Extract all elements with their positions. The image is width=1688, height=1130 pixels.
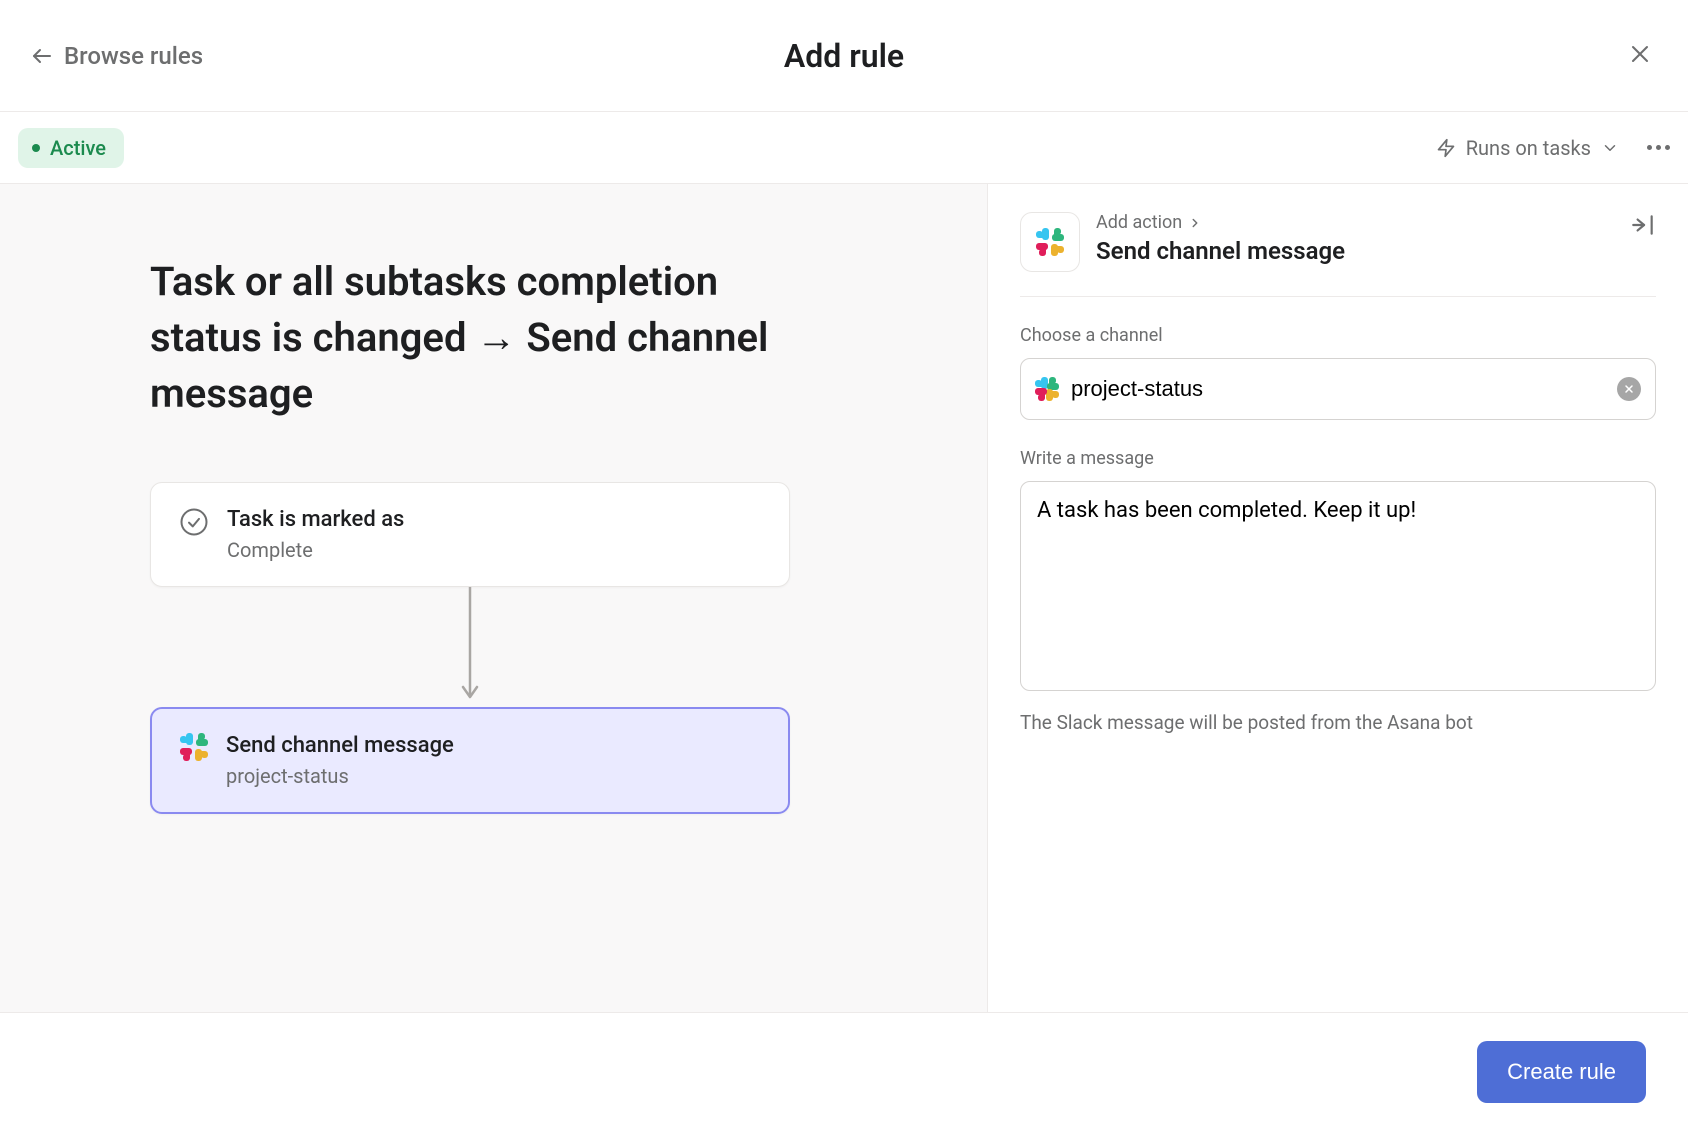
rule-title: Task or all subtasks completion status i… xyxy=(150,254,790,422)
status-badge[interactable]: Active xyxy=(18,128,124,168)
slack-icon xyxy=(1036,228,1064,256)
slack-icon xyxy=(180,733,208,761)
chevron-down-icon xyxy=(1601,139,1619,157)
channel-input-wrap[interactable] xyxy=(1020,358,1656,420)
chevron-right-icon xyxy=(1188,216,1202,230)
channel-input[interactable] xyxy=(1071,376,1605,402)
collapse-panel-button[interactable] xyxy=(1630,212,1656,242)
arrow-left-icon xyxy=(30,44,54,68)
close-button[interactable] xyxy=(1628,42,1652,70)
trigger-sub: Complete xyxy=(227,538,404,562)
create-rule-button[interactable]: Create rule xyxy=(1477,1041,1646,1103)
slack-icon xyxy=(1035,377,1059,401)
action-title: Send channel message xyxy=(226,733,454,758)
browse-rules-back[interactable]: Browse rules xyxy=(30,42,203,70)
check-circle-icon xyxy=(179,507,209,537)
choose-channel-label: Choose a channel xyxy=(1020,325,1656,346)
add-action-breadcrumb[interactable]: Add action xyxy=(1096,212,1345,233)
status-dot-icon xyxy=(32,144,40,152)
more-options-button[interactable] xyxy=(1647,145,1670,150)
page-title: Add rule xyxy=(784,37,904,75)
runs-on-label: Runs on tasks xyxy=(1466,136,1591,160)
message-textarea[interactable] xyxy=(1020,481,1656,691)
lightning-icon xyxy=(1436,138,1456,158)
trigger-card[interactable]: Task is marked as Complete xyxy=(150,482,790,587)
action-card[interactable]: Send channel message project-status xyxy=(150,707,790,814)
action-sub: project-status xyxy=(226,764,454,788)
flow-connector-arrow-icon xyxy=(460,587,480,707)
clear-icon xyxy=(1623,383,1635,395)
clear-channel-button[interactable] xyxy=(1617,377,1641,401)
runs-on-dropdown[interactable]: Runs on tasks xyxy=(1436,136,1619,160)
trigger-title: Task is marked as xyxy=(227,507,404,532)
panel-action-title: Send channel message xyxy=(1096,237,1345,265)
write-message-label: Write a message xyxy=(1020,448,1656,469)
close-icon xyxy=(1628,42,1652,66)
status-label: Active xyxy=(50,136,106,160)
collapse-right-icon xyxy=(1630,212,1656,238)
slack-bot-hint: The Slack message will be posted from th… xyxy=(1020,711,1656,734)
slack-chip xyxy=(1020,212,1080,272)
breadcrumb-label: Add action xyxy=(1096,212,1182,233)
browse-rules-label: Browse rules xyxy=(64,42,203,70)
